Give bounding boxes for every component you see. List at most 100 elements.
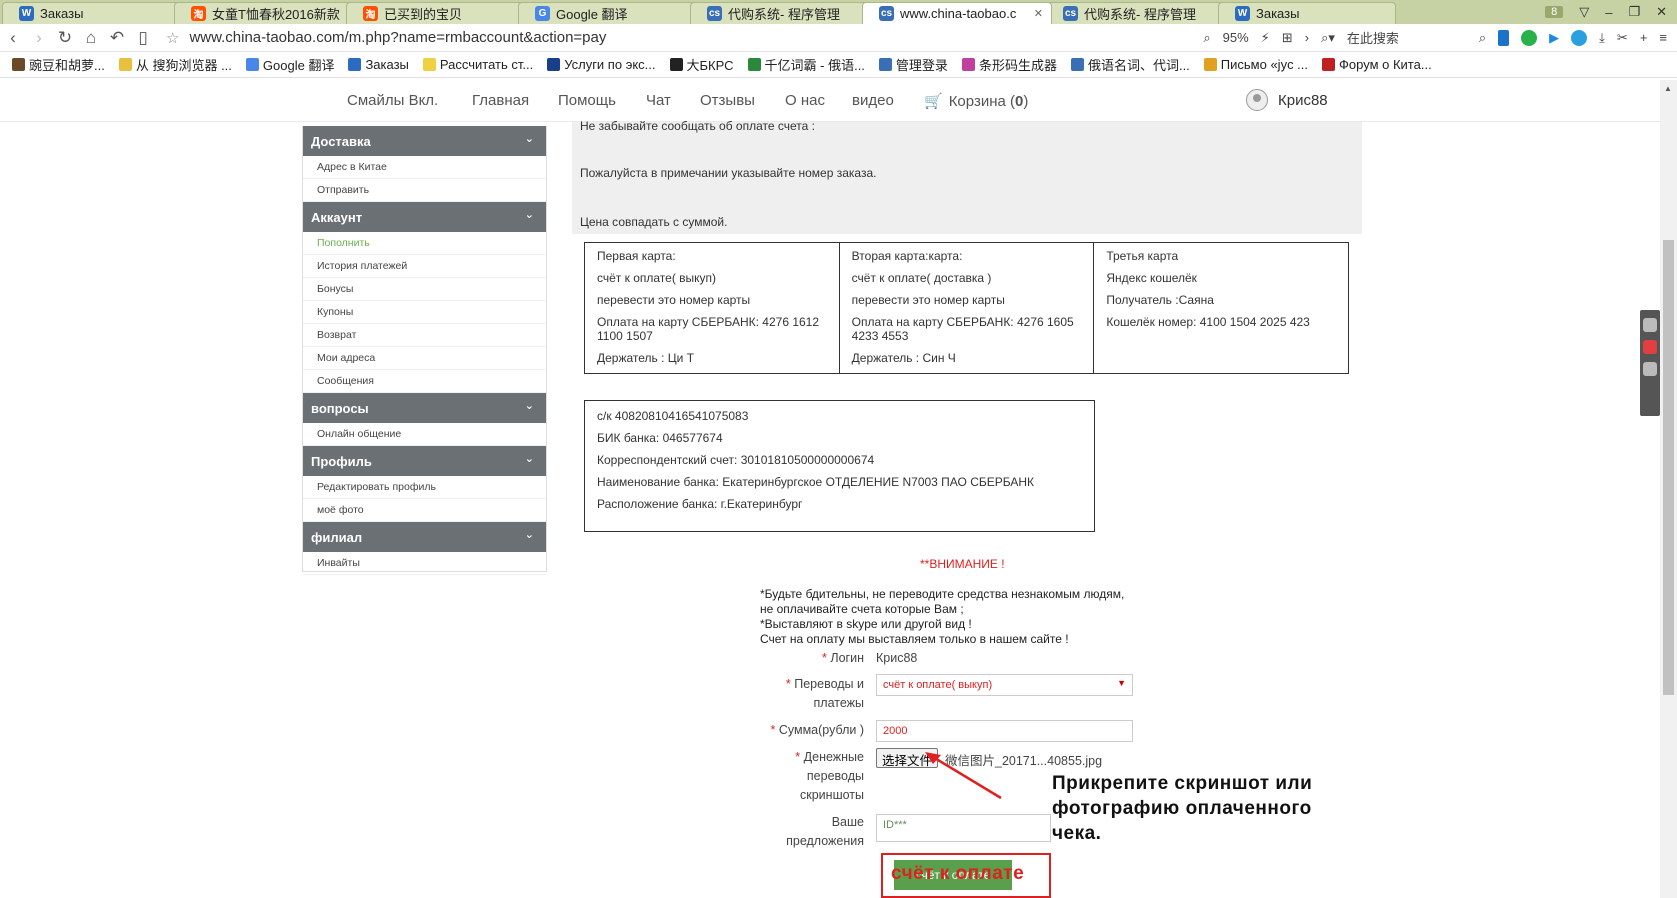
reader-icon[interactable]: ▯: [130, 28, 156, 48]
restore-tabs-icon[interactable]: ▽: [1579, 4, 1589, 20]
bank-detail-line: Наименование банка: Екатеринбургское ОТД…: [597, 475, 1035, 489]
bookmark-item[interactable]: Услуги по экс...: [547, 57, 656, 72]
search-engine-icon[interactable]: ⌕▾: [1321, 30, 1335, 46]
nav-video[interactable]: видео: [852, 92, 894, 109]
phone-icon[interactable]: [1498, 29, 1510, 46]
nav-home[interactable]: Главная: [472, 92, 529, 109]
browser-tab[interactable]: 淘 女童T恤春秋2016新款: [174, 2, 352, 24]
login-value: Крис88: [876, 651, 918, 665]
nav-cart[interactable]: 🛒 Корзина (0): [924, 92, 1028, 110]
bookmark-item[interactable]: 千亿词霸 - 俄语...: [747, 55, 865, 74]
warning-line: *Будьте бдительны, не переводите средств…: [760, 587, 1125, 601]
flash-icon[interactable]: ⚡: [1261, 30, 1270, 46]
sidebar-item[interactable]: Мои адреса: [303, 347, 546, 370]
tab-favicon-icon: W: [1235, 6, 1250, 21]
sidebar-item[interactable]: Сообщения: [303, 370, 546, 393]
address-bar-tools: ⌕ 95% ⚡ ⊞ › ⌕▾ 在此搜索 ⌕ ▶ ⤓ ✂ + ≡: [1203, 28, 1677, 47]
zoom-level[interactable]: 95%: [1223, 30, 1249, 45]
grid-icon[interactable]: ⊞: [1282, 30, 1293, 46]
bookmark-item[interactable]: 从 搜狗浏览器 ...: [118, 55, 232, 74]
sidebar-item[interactable]: Отправить: [303, 179, 546, 202]
bookmark-item[interactable]: 豌豆和胡萝...: [12, 55, 105, 74]
bookmark-item[interactable]: Google 翻译: [245, 55, 334, 74]
translate-icon[interactable]: [1643, 318, 1657, 332]
scrollbar-thumb[interactable]: [1663, 240, 1674, 695]
menu-icon[interactable]: ≡: [1659, 30, 1667, 45]
sidebar-item[interactable]: Редактировать профиль: [303, 476, 546, 499]
minimize-icon[interactable]: –: [1605, 5, 1612, 20]
page-scrollbar[interactable]: ▲: [1660, 80, 1677, 898]
download-manager-icon[interactable]: [1571, 29, 1588, 46]
scroll-up-icon[interactable]: ▲: [1664, 84, 1672, 93]
browser-tab[interactable]: 淘 已买到的宝贝: [346, 2, 524, 24]
comment-input[interactable]: ID***: [876, 814, 1051, 842]
nav-chat[interactable]: Чат: [646, 92, 671, 109]
amount-input[interactable]: 2000: [876, 720, 1133, 742]
play-icon[interactable]: ▶: [1549, 30, 1559, 46]
user-name[interactable]: Крис88: [1278, 92, 1328, 109]
browser-tab[interactable]: cs www.china-taobao.c ✕: [862, 2, 1052, 24]
maximize-icon[interactable]: ❐: [1628, 4, 1640, 20]
browser-tab[interactable]: cs 代购系统- 程序管理: [1046, 2, 1224, 24]
sidebar-item[interactable]: Адрес в Китае: [303, 156, 546, 179]
sogou-icon[interactable]: [1643, 340, 1657, 354]
scissors-icon[interactable]: ✂: [1617, 30, 1628, 46]
browser-tab[interactable]: W Заказы: [1218, 2, 1396, 24]
browser-tab[interactable]: cs 代购系统- 程序管理: [690, 2, 868, 24]
back-icon[interactable]: ‹: [0, 28, 26, 48]
tab-favicon-icon: cs: [707, 6, 722, 21]
close-tab-icon[interactable]: ✕: [1034, 7, 1043, 20]
nav-smileys[interactable]: Смайлы Вкл.: [347, 92, 438, 109]
sidebar-item[interactable]: Онлайн общение: [303, 423, 546, 446]
sidebar-item[interactable]: Купоны: [303, 301, 546, 324]
download-icon[interactable]: ⤓: [1599, 30, 1605, 46]
search-field[interactable]: 在此搜索: [1347, 28, 1467, 47]
tab-count-badge[interactable]: 8: [1545, 6, 1564, 18]
browser-tab[interactable]: G Google 翻译: [518, 2, 696, 24]
nav-about[interactable]: О нас: [785, 92, 825, 109]
pin-icon[interactable]: [1643, 362, 1657, 376]
search-icon[interactable]: ⌕: [1479, 30, 1486, 46]
sidebar-section-header[interactable]: Доставка ⌄: [303, 126, 546, 156]
sidebar-item[interactable]: Бонусы: [303, 278, 546, 301]
nav-reviews[interactable]: Отзывы: [700, 92, 755, 109]
bookmark-label: 管理登录: [895, 58, 948, 73]
card-line: счёт к оплате( доставка ): [851, 271, 992, 285]
bookmark-item[interactable]: Заказы: [348, 57, 409, 72]
undo-icon[interactable]: ↶: [104, 28, 130, 48]
sidebar-item[interactable]: Возврат: [303, 324, 546, 347]
bookmark-item[interactable]: 条形码生成器: [961, 55, 1057, 74]
bookmark-star-icon[interactable]: ☆: [166, 29, 179, 47]
bookmark-item[interactable]: 管理登录: [878, 55, 948, 74]
sidebar-section-header[interactable]: филиал ⌄: [303, 522, 546, 552]
sidebar-item[interactable]: моё фото: [303, 499, 546, 522]
warning-line: Счет на оплату мы выставляем только в на…: [760, 632, 1069, 646]
zoom-icon[interactable]: ⌕: [1203, 30, 1210, 46]
sidebar-section-header[interactable]: вопросы ⌄: [303, 393, 546, 423]
wechat-icon[interactable]: [1521, 29, 1538, 46]
home-icon[interactable]: ⌂: [78, 28, 104, 48]
sidebar-item[interactable]: Инвайты: [303, 552, 546, 575]
nav-help[interactable]: Помощь: [558, 92, 616, 109]
bookmark-label: Письмо «jyc ...: [1220, 57, 1309, 72]
bookmark-item[interactable]: 大БКРС: [669, 55, 734, 74]
sidebar-item[interactable]: История платежей: [303, 255, 546, 278]
transfer-type-select[interactable]: счёт к оплате( выкуп) ▼: [876, 674, 1133, 696]
sidebar-section-header[interactable]: Профиль ⌄: [303, 446, 546, 476]
sidebar-section-header[interactable]: Аккаунт ⌄: [303, 202, 546, 232]
next-icon[interactable]: ›: [1305, 30, 1309, 45]
forward-icon[interactable]: ›: [26, 28, 52, 48]
url-text: www.china-taobao.com/m.php?name=rmbaccou…: [189, 29, 607, 46]
bookmark-item[interactable]: Форум о Кита...: [1322, 57, 1432, 72]
bookmark-item[interactable]: Рассчитать ст...: [422, 57, 533, 72]
close-window-icon[interactable]: ✕: [1656, 4, 1667, 20]
url-field[interactable]: ☆ www.china-taobao.com/m.php?name=rmbacc…: [166, 29, 1203, 47]
new-tab-icon[interactable]: +: [1640, 30, 1648, 45]
reload-icon[interactable]: ↻: [52, 28, 78, 48]
avatar[interactable]: [1246, 89, 1268, 111]
browser-tab[interactable]: W Заказы: [2, 2, 180, 24]
bookmark-item[interactable]: 俄语名词、代词...: [1070, 55, 1190, 74]
sidebar-item[interactable]: Пополнить: [303, 232, 546, 255]
bookmark-item[interactable]: Письмо «jyc ...: [1203, 57, 1309, 72]
tab-title: 代购系统- 程序管理: [728, 7, 840, 22]
